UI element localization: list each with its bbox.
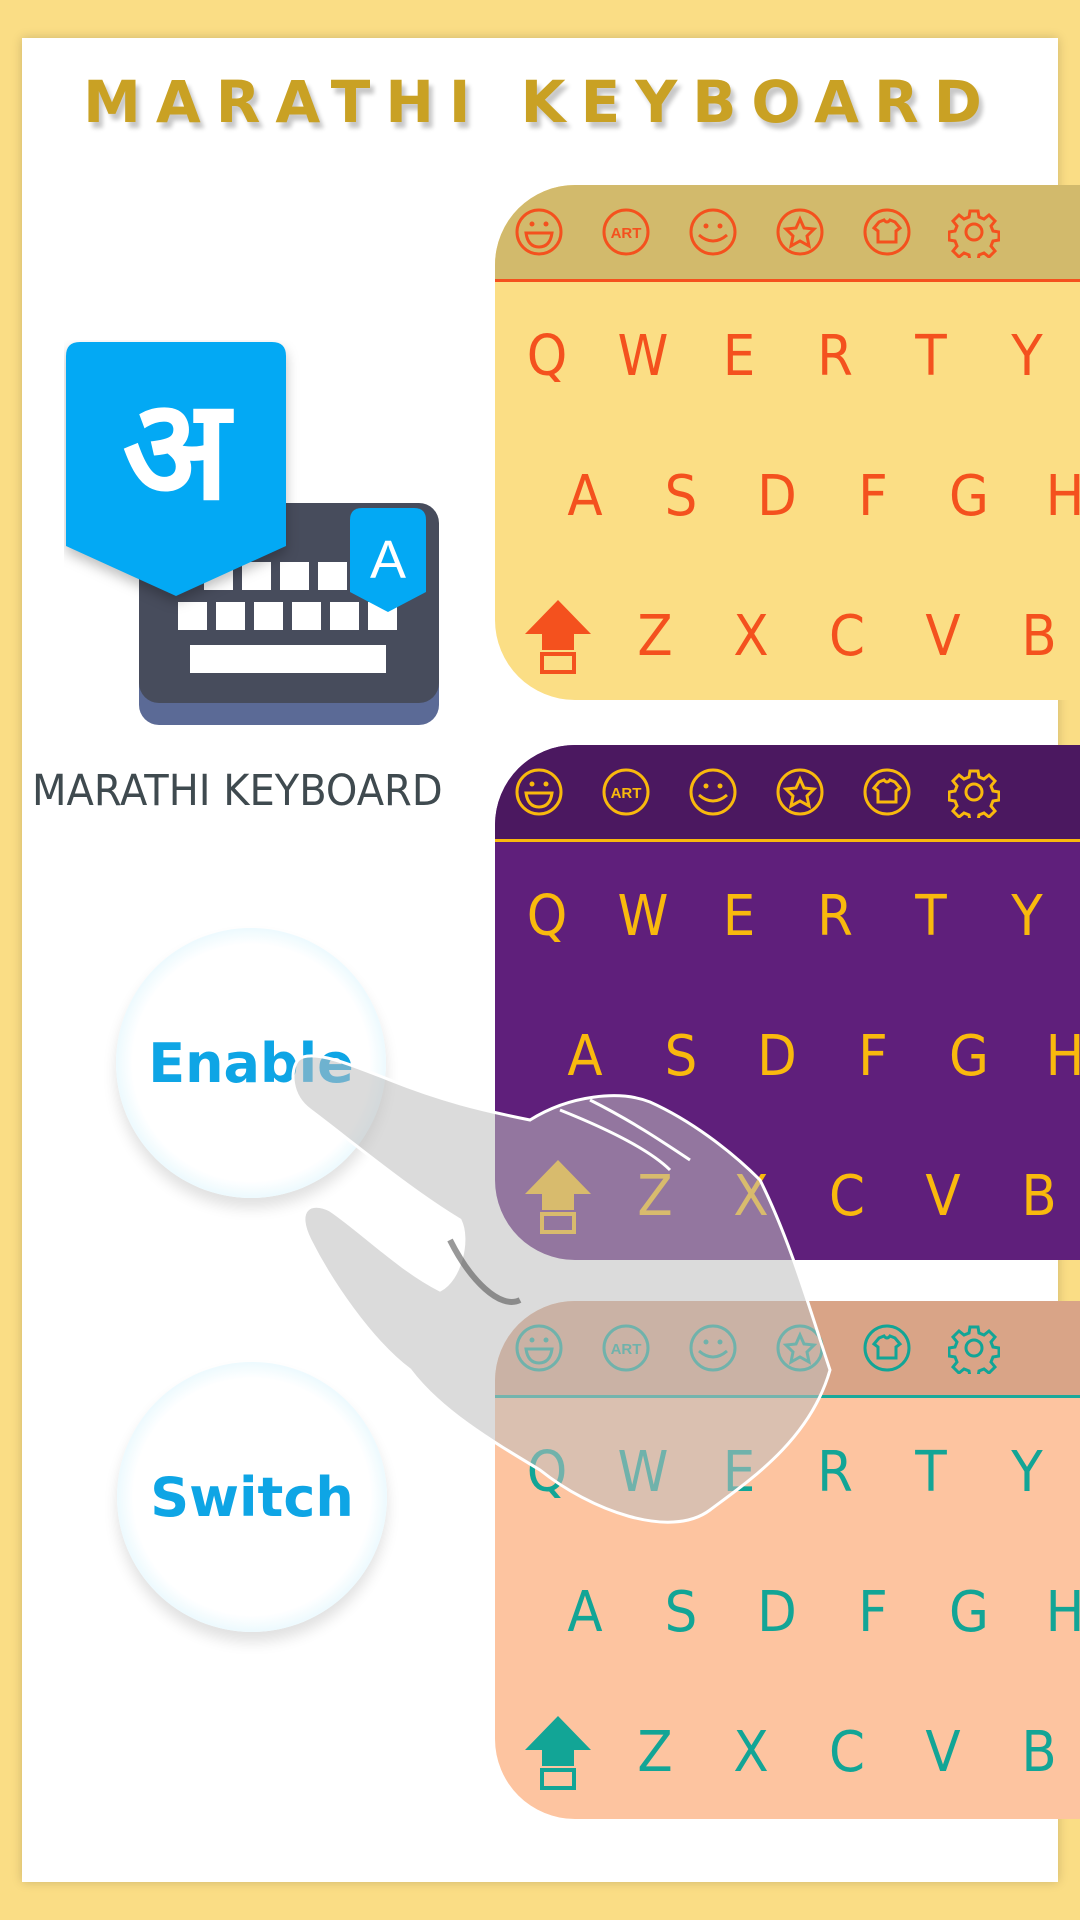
- toolbar-divider: [495, 279, 1080, 282]
- key-g[interactable]: G: [941, 1024, 996, 1089]
- shift-key-icon[interactable]: [523, 1714, 593, 1804]
- art-label: ART: [611, 785, 642, 802]
- toolbar-divider: [495, 1395, 1080, 1398]
- keyboard-theme-purple[interactable]: ART QWERTY ASDFGH ZXCVB: [495, 745, 1080, 1260]
- key-w[interactable]: W: [615, 884, 670, 949]
- emoji-grin-icon[interactable]: [513, 1322, 565, 1374]
- key-h[interactable]: H: [1037, 1024, 1080, 1089]
- key-f[interactable]: F: [845, 1580, 900, 1645]
- keyboard-theme-peach[interactable]: ART QWERTY ASDFGH ZXCVB: [495, 1301, 1080, 1819]
- shift-key-icon[interactable]: [523, 598, 593, 688]
- smiley-icon[interactable]: [687, 206, 739, 258]
- art-icon[interactable]: ART: [600, 206, 652, 258]
- key-z[interactable]: Z: [627, 1720, 682, 1785]
- star-icon[interactable]: [774, 1322, 826, 1374]
- devanagari-badge: अ: [66, 342, 286, 596]
- keyboard-theme-yellow[interactable]: ART QWERTY ASDFGH ZXCVB: [495, 185, 1080, 700]
- key-q[interactable]: Q: [519, 884, 574, 949]
- latin-badge: A: [350, 508, 426, 612]
- gear-icon[interactable]: [947, 206, 1001, 263]
- star-icon[interactable]: [774, 206, 826, 258]
- key-x[interactable]: X: [723, 604, 778, 669]
- key-x[interactable]: X: [723, 1720, 778, 1785]
- key-x[interactable]: X: [723, 1164, 778, 1229]
- tshirt-theme-icon[interactable]: [861, 206, 913, 258]
- key-r[interactable]: R: [807, 884, 862, 949]
- key-s[interactable]: S: [653, 1580, 708, 1645]
- key-c[interactable]: C: [819, 1164, 874, 1229]
- key-v[interactable]: V: [915, 604, 970, 669]
- key-q[interactable]: Q: [519, 324, 574, 389]
- smiley-icon[interactable]: [687, 1322, 739, 1374]
- star-icon[interactable]: [774, 766, 826, 818]
- key-h[interactable]: H: [1037, 464, 1080, 529]
- app-logo: A अ: [66, 342, 439, 725]
- art-label: ART: [611, 225, 642, 242]
- tshirt-theme-icon[interactable]: [861, 766, 913, 818]
- key-r[interactable]: R: [807, 324, 862, 389]
- svg-text:A: A: [370, 530, 406, 590]
- key-y[interactable]: Y: [999, 324, 1054, 389]
- toolbar-divider: [495, 839, 1080, 842]
- key-f[interactable]: F: [845, 464, 900, 529]
- key-t[interactable]: T: [903, 1440, 958, 1505]
- emoji-grin-icon[interactable]: [513, 206, 565, 258]
- key-s[interactable]: S: [653, 1024, 708, 1089]
- shift-key-icon[interactable]: [523, 1158, 593, 1248]
- key-b[interactable]: B: [1011, 604, 1066, 669]
- art-label: ART: [611, 1341, 642, 1358]
- key-v[interactable]: V: [915, 1720, 970, 1785]
- key-f[interactable]: F: [845, 1024, 900, 1089]
- page-title: MARATHI KEYBOARD: [83, 68, 997, 136]
- key-e[interactable]: E: [711, 324, 766, 389]
- key-d[interactable]: D: [749, 1024, 804, 1089]
- keyboard-toolbar: ART: [495, 185, 1080, 279]
- key-v[interactable]: V: [915, 1164, 970, 1229]
- key-r[interactable]: R: [807, 1440, 862, 1505]
- key-t[interactable]: T: [903, 884, 958, 949]
- key-y[interactable]: Y: [999, 1440, 1054, 1505]
- key-z[interactable]: Z: [627, 1164, 682, 1229]
- key-a[interactable]: A: [557, 1024, 612, 1089]
- art-icon[interactable]: ART: [600, 766, 652, 818]
- keyboard-toolbar: ART: [495, 745, 1080, 839]
- key-w[interactable]: W: [615, 1440, 670, 1505]
- svg-text:अ: अ: [123, 369, 235, 532]
- key-g[interactable]: G: [941, 464, 996, 529]
- keyboard-toolbar: ART: [495, 1301, 1080, 1395]
- key-h[interactable]: H: [1037, 1580, 1080, 1645]
- enable-button[interactable]: Enable: [116, 928, 386, 1198]
- art-icon[interactable]: ART: [600, 1322, 652, 1374]
- key-a[interactable]: A: [557, 464, 612, 529]
- key-w[interactable]: W: [615, 324, 670, 389]
- key-b[interactable]: B: [1011, 1164, 1066, 1229]
- key-b[interactable]: B: [1011, 1720, 1066, 1785]
- key-d[interactable]: D: [749, 1580, 804, 1645]
- app-name-label: MARATHI KEYBOARD: [32, 766, 443, 816]
- key-z[interactable]: Z: [627, 604, 682, 669]
- key-c[interactable]: C: [819, 604, 874, 669]
- key-e[interactable]: E: [711, 884, 766, 949]
- key-d[interactable]: D: [749, 464, 804, 529]
- tshirt-theme-icon[interactable]: [861, 1322, 913, 1374]
- key-q[interactable]: Q: [519, 1440, 574, 1505]
- key-a[interactable]: A: [557, 1580, 612, 1645]
- key-s[interactable]: S: [653, 464, 708, 529]
- key-t[interactable]: T: [903, 324, 958, 389]
- emoji-grin-icon[interactable]: [513, 766, 565, 818]
- key-c[interactable]: C: [819, 1720, 874, 1785]
- gear-icon[interactable]: [947, 1322, 1001, 1379]
- gear-icon[interactable]: [947, 766, 1001, 823]
- switch-button[interactable]: Switch: [117, 1362, 387, 1632]
- key-e[interactable]: E: [711, 1440, 766, 1505]
- smiley-icon[interactable]: [687, 766, 739, 818]
- key-y[interactable]: Y: [999, 884, 1054, 949]
- key-g[interactable]: G: [941, 1580, 996, 1645]
